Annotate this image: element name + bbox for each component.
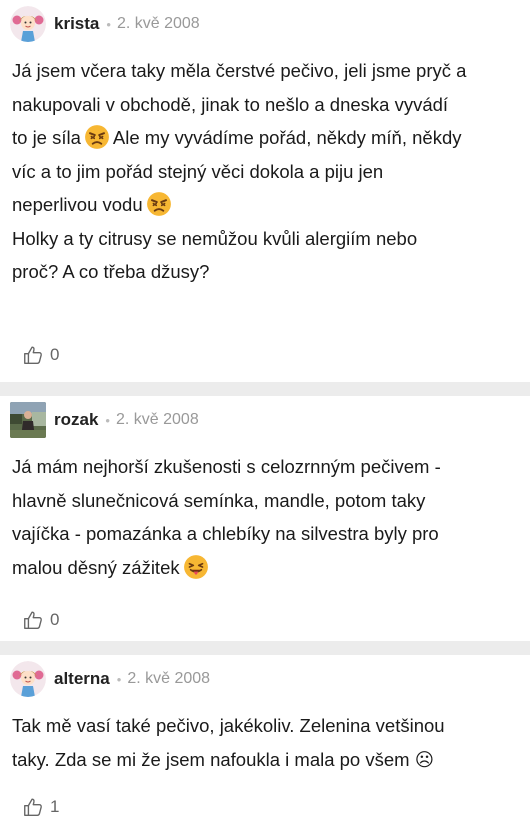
comment-line: Já jsem včera taky měla čerstvé pečivo, … [12,60,467,81]
comment-body: Tak mě vasí také pečivo, jakékoliv. Zele… [0,703,530,789]
comment-body: Já jsem včera taky měla čerstvé pečivo, … [0,48,530,327]
comment-divider [0,382,530,396]
separator-dot: • [116,671,122,687]
comment-line: Tak mě vasí také pečivo, jakékoliv. Zele… [12,715,445,736]
comment-text: neperlivou vodu [12,194,143,215]
author-name[interactable]: alterna [54,669,110,689]
comment-date: 2. kvě 2008 [115,411,199,428]
comment-date: 2. kvě 2008 [116,15,200,32]
comment-header: rozak • 2. kvě 2008 [0,396,530,444]
thumbs-up-icon[interactable] [22,796,44,818]
avatar[interactable] [10,6,46,42]
comment-line: to je síla Ale my vyvádíme pořád, někdy m… [12,121,518,155]
comment-header: alterna • 2. kvě 2008 [0,655,530,703]
author-name[interactable]: krista [54,14,99,34]
comment-line: vajíčka - pomazánka a chlebíky na silves… [12,523,439,544]
avatar[interactable] [10,402,46,438]
comment-line: víc a to jim pořád stejný věci dokola a … [12,160,384,182]
like-count: 0 [50,609,60,629]
comment-line: malou děsný zážitek [12,551,518,585]
comment-header: krista • 2. kvě 2008 [0,0,530,48]
comment-line: hlavně slunečnicová semínka, mandle, pot… [12,489,426,511]
avatar[interactable] [10,661,46,697]
thumbs-up-icon[interactable] [22,609,44,631]
avatar-photo-icon [10,402,46,438]
comment-line: proč? A co třeba džusy? [12,261,210,282]
comment-divider [0,641,530,655]
like-row: 0 [0,327,530,382]
separator-dot: • [105,412,110,428]
like-count: 1 [50,797,60,816]
separator-dot: • [106,16,111,32]
comment-line: Já mám nejhorší zkušenosti s celozrnným … [12,456,441,477]
thumbs-up-icon[interactable] [22,344,44,366]
tongue-out-face-icon [183,554,209,580]
angry-face-icon [146,191,172,217]
author-name[interactable]: rozak [54,410,98,430]
comment-date: 2. kvě 2008 [127,670,211,687]
comment-line: taky. Zda se mi že jsem nafoukla i mala … [12,748,434,770]
like-count: 0 [50,344,60,364]
comment-body: Já mám nejhorší zkušenosti s celozrnným … [0,444,530,598]
comment-krista: krista • 2. kvě 2008 Já jsem včera taky … [0,0,530,382]
comment-line: neperlivou vodu [12,188,518,222]
comment-rozak: rozak • 2. kvě 2008 Já mám nejhorší zkuš… [0,396,530,641]
comment-line: Holky a ty citrusy se nemůžou kvůli aler… [12,227,418,249]
avatar-girl-icon [10,6,46,42]
like-row: 1 [0,789,530,825]
comment-alterna: alterna • 2. kvě 2008 Tak mě vasí také p… [0,655,530,825]
like-row: 0 [0,598,530,641]
comment-line: nakupovali v obchodě, jinak to nešlo a d… [12,93,449,115]
comment-text: malou děsný zážitek [12,556,180,578]
avatar-girl-icon [10,661,46,697]
angry-face-icon [84,124,110,150]
comment-text: to je síla [12,127,81,148]
comment-text: Ale my vyvádíme pořád, někdy míň, někdy [112,127,462,148]
